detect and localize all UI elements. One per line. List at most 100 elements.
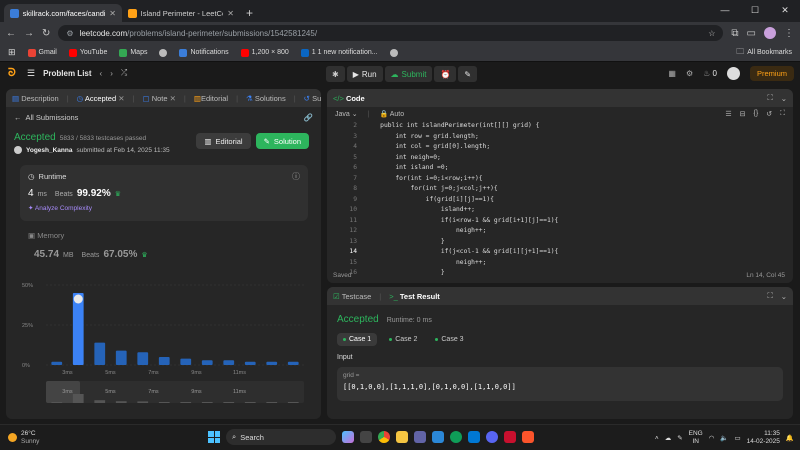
battery-icon[interactable]: ▭ [735,434,741,442]
code-line[interactable]: if(i<row-1 && grid[i+1][j]==1){ [365,216,559,227]
runtime-card[interactable]: ◷ Runtime ⓘ 4 ms Beats 99.92% ♛ ✦ Analyze … [20,165,308,221]
code-line[interactable]: int neigh=0; [365,153,558,164]
volume-icon[interactable]: 🔈 [720,434,728,442]
tab-editorial[interactable]: ▥Editorial [194,94,228,103]
code-line[interactable]: int row = grid.length; [365,132,558,143]
close-tab-icon[interactable]: ✕ [227,9,234,18]
language-indicator[interactable]: ENG IN [689,430,703,446]
case-tab-1[interactable]: Case 1 [337,333,378,346]
site-info-icon[interactable]: ⚙ [66,29,73,38]
maximize-icon[interactable]: ☐ [740,0,770,20]
code-line[interactable]: if(grid[i][j]==1){ [365,195,558,206]
case-tab-3[interactable]: Case 3 [429,333,469,346]
tab-submissions[interactable]: ↺ Submissions [304,94,321,103]
taskbar-search[interactable]: ⌕ Search [226,429,336,445]
extensions-icon[interactable]: ⧉ [731,28,738,39]
copilot-icon[interactable] [342,431,354,443]
collapse-panel-icon[interactable]: ⌄ [781,94,787,103]
code-line[interactable]: neigh++; [365,226,558,237]
prev-problem-icon[interactable]: ‹ [100,69,103,78]
timer-button[interactable]: ⏰ [434,66,457,82]
code-line[interactable]: public int islandPerimeter(int[][] grid)… [365,121,558,132]
store-icon[interactable] [432,431,444,443]
close-tab-icon[interactable]: ✕ [109,9,116,18]
problem-list-link[interactable]: Problem List [43,69,91,78]
code-line[interactable]: int island =0; [365,163,558,174]
bookmark-youtube-size[interactable]: 1,200 × 800 [240,48,289,57]
all-bookmarks[interactable]: 🗀 All Bookmarks [736,46,792,60]
tab-testcase[interactable]: ☑ Testcase [333,292,371,301]
leetcode-logo-icon[interactable]: ᘐ [8,67,19,79]
code-editor[interactable]: 2 3 4 5 6 7 8 9 10 11 12 13 14 15 16 public int island… [327,121,793,279]
code-tab[interactable]: </> Code [333,94,365,103]
bookmark-notifications[interactable]: Notifications [179,48,229,57]
solution-button[interactable]: ✎ Solution [255,133,309,149]
code-line[interactable]: neigh++; [365,258,558,269]
profile-avatar[interactable] [764,27,776,39]
reset-icon[interactable]: ↺ [766,110,772,118]
fullscreen-icon[interactable]: ⛶ [780,110,785,118]
bookmark-youtube[interactable]: YouTube [68,48,107,57]
close-tab-icon[interactable]: ✕ [170,94,176,103]
brave-icon[interactable] [522,431,534,443]
memory-label[interactable]: ▣ Memory [28,231,64,240]
side-panel-icon[interactable]: ▭ [747,28,756,39]
task-view-icon[interactable] [360,431,372,443]
next-problem-icon[interactable]: › [110,69,113,78]
code-line[interactable]: for(int i=0;i<row;i++){ [365,174,558,185]
problem-list-icon[interactable]: ☰ [27,68,35,79]
info-icon[interactable]: ⓘ [292,171,300,182]
auto-mode-toggle[interactable]: 🔒 Auto [379,110,404,118]
wifi-icon[interactable]: ◠ [709,434,715,442]
code-line[interactable]: for(int j=0;j<col;j++){ [365,184,558,195]
submit-button[interactable]: ☁ Submit [384,66,433,82]
code-line[interactable]: if(j<col-1 && grid[i][j+1]==1){ [365,247,559,258]
edge-icon[interactable] [450,431,462,443]
file-explorer-icon[interactable] [396,431,408,443]
notes-button[interactable]: ✎ [458,66,478,82]
url-input[interactable]: ⚙ leetcode.com/problems/island-perimeter… [58,25,724,41]
weather-widget[interactable]: 26°C Sunny [8,430,39,446]
tab-solutions[interactable]: ⚗ Solutions [246,94,286,103]
back-icon[interactable]: ← [6,28,16,39]
bookmark-star-icon[interactable]: ☆ [708,29,715,38]
runtime-distribution-chart[interactable]: 50% 25% 0% 3ms 5ms 7ms 9ms 11ms 3ms 5ms 7ms 9ms 11ms [20,279,310,409]
new-tab-icon[interactable]: + [246,6,253,20]
tab-accepted[interactable]: ◷ Accepted ✕ [77,94,125,103]
bookmark-maps[interactable]: Maps [119,48,147,57]
link-icon[interactable]: 🔗 [304,113,313,122]
code-line[interactable]: island++; [365,205,558,216]
layout-icon[interactable]: ▦ [668,69,676,78]
close-window-icon[interactable]: ✕ [770,0,800,20]
browser-tab-leetcode[interactable]: Island Perimeter - LeetCode ✕ [122,4,240,22]
code-line[interactable]: int col = grid[0].length; [365,142,558,153]
teams-icon[interactable] [414,431,426,443]
minimize-icon[interactable]: — [710,0,740,20]
close-tab-icon[interactable]: ✕ [118,94,124,103]
analyze-complexity-link[interactable]: ✦ Analyze Complexity [28,204,300,212]
premium-button[interactable]: Premium [749,66,794,81]
menu-icon[interactable]: ⋮ [784,28,794,39]
tray-chevron-icon[interactable]: ˄ [655,435,659,442]
tab-note[interactable]: ▢ Note ✕ [143,94,176,103]
tab-description[interactable]: ▤ Description [12,94,59,103]
case-tab-2[interactable]: Case 2 [383,333,423,346]
bookmark-icon[interactable]: ☰ [725,110,731,118]
collapse-panel-icon[interactable]: ⌄ [781,292,787,301]
braces-icon[interactable]: {} [754,110,759,118]
onedrive-icon[interactable]: ☁ [665,434,672,442]
bookmark-gmail[interactable]: Gmail [27,48,57,57]
settings-icon[interactable]: ⚙ [686,69,693,78]
maximize-panel-icon[interactable]: ⛶ [767,291,772,301]
code-line[interactable]: } [365,237,558,248]
run-button[interactable]: ▶ Run [346,66,383,82]
bookmark-linkedin[interactable]: 1 1 new notification... [300,48,378,57]
language-select[interactable]: Java ⌄ [335,110,358,118]
discord-icon[interactable] [486,431,498,443]
chrome-icon[interactable] [378,431,390,443]
code-lines[interactable]: public int islandPerimeter(int[][] grid)… [365,121,558,279]
windows-start-icon[interactable] [208,431,220,443]
reload-icon[interactable]: ↻ [42,28,50,39]
streak-counter[interactable]: ♨ 0 [703,69,717,78]
editorial-button[interactable]: ▥ Editorial [196,133,251,149]
